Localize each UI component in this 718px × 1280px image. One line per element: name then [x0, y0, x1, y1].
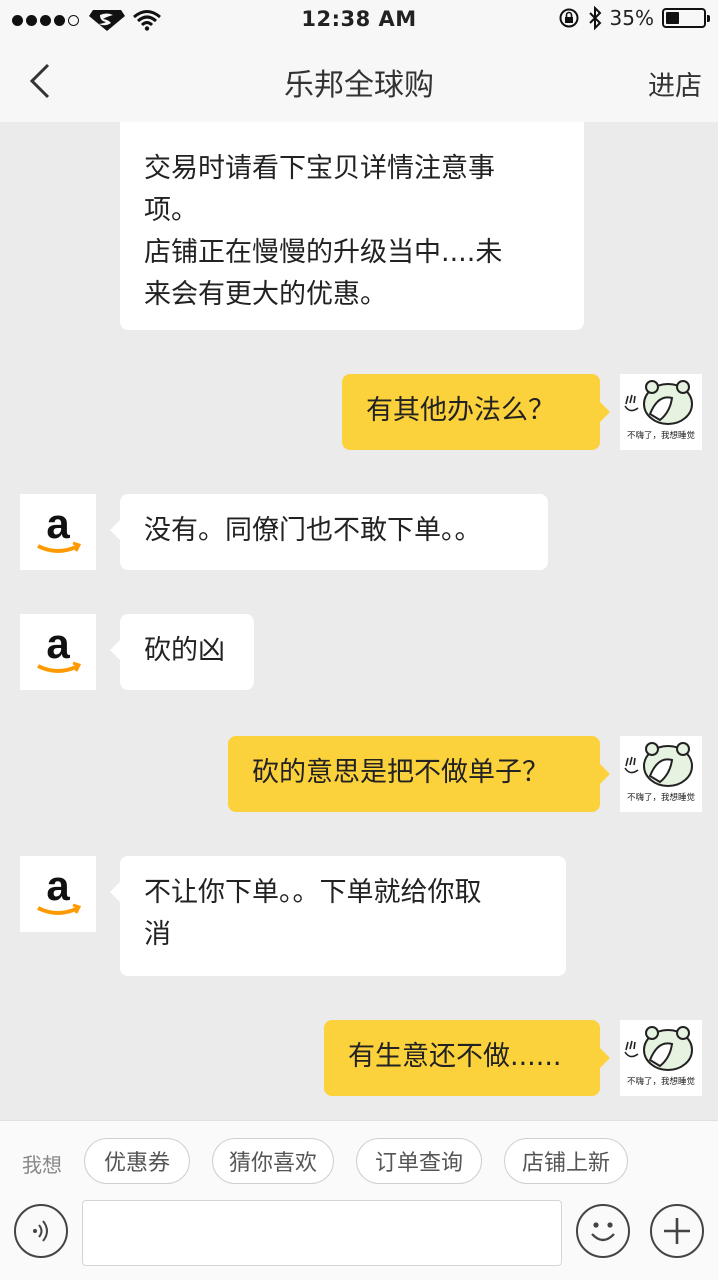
message-incoming[interactable]: 不让你下单。。下单就给你取 消: [110, 856, 566, 976]
input-bar: [0, 1200, 718, 1280]
enter-shop-button[interactable]: 进店: [648, 64, 702, 103]
sticker-caption: 不嗨了，我想睡觉: [627, 1076, 696, 1087]
status-right: 35%: [558, 6, 710, 30]
message-line: 消: [144, 919, 171, 950]
svg-text:a: a: [46, 622, 70, 667]
message-list[interactable]: 交易时请看下宝贝详情注意事 项。 店铺正在慢慢的升级当中....未 来会有更大的…: [0, 122, 718, 1120]
smiley-emoji-icon: [265, 122, 295, 128]
quick-reply-label: 我想: [22, 1153, 62, 1177]
plus-button[interactable]: [650, 1204, 704, 1258]
quick-reply-bar: 我想 优惠券 猜你喜欢 订单查询 店铺上新: [0, 1120, 718, 1200]
status-bar: 12:38 AM 35%: [0, 0, 718, 40]
nav-bar: 乐邦全球购 进店: [0, 40, 718, 122]
message-line: 来会有更大的优惠。: [144, 279, 387, 310]
message-text: 没有。同僚门也不敢下单。。: [144, 515, 482, 546]
message-outgoing[interactable]: 砍的意思是把不做单子？: [228, 736, 610, 812]
message-outgoing[interactable]: 有生意还不做......: [324, 1020, 610, 1096]
chip-new-arrivals[interactable]: 店铺上新: [504, 1138, 628, 1184]
chip-order-lookup[interactable]: 订单查询: [356, 1138, 482, 1184]
svg-text:a: a: [46, 864, 70, 909]
bear-covering-face-sticker: 不嗨了，我想睡觉: [620, 1020, 702, 1096]
message-text: 有生意还不做......: [348, 1041, 562, 1072]
sticker-caption: 不嗨了，我想睡觉: [627, 430, 696, 441]
message-incoming[interactable]: 交易时请看下宝贝详情注意事 项。 店铺正在慢慢的升级当中....未 来会有更大的…: [120, 122, 584, 330]
bear-covering-face-sticker: 不嗨了，我想睡觉: [620, 736, 702, 812]
amazon-logo-icon: a: [37, 864, 82, 915]
message-line: 交易时请看下宝贝详情注意事: [144, 153, 495, 184]
user-avatar[interactable]: 不嗨了，我想睡觉: [620, 736, 702, 812]
amazon-logo-icon: a: [37, 622, 82, 673]
rotation-lock-icon: [559, 8, 579, 28]
message-incoming[interactable]: 没有。同僚门也不敢下单。。: [110, 494, 548, 570]
battery-icon: [662, 8, 710, 28]
message-text: 砍的凶: [144, 635, 225, 666]
battery-percent: 35%: [609, 6, 654, 30]
chip-coupons[interactable]: 优惠券: [84, 1138, 190, 1184]
svg-text:a: a: [46, 502, 70, 547]
shop-avatar[interactable]: a: [20, 614, 96, 690]
chip-recommendations[interactable]: 猜你喜欢: [212, 1138, 334, 1184]
shop-avatar[interactable]: a: [20, 856, 96, 932]
message-input[interactable]: [82, 1200, 562, 1266]
battery-fill: [666, 12, 679, 24]
message-line: 店铺正在慢慢的升级当中....未: [144, 237, 503, 268]
message-outgoing[interactable]: 有其他办法么？: [342, 374, 610, 450]
user-avatar[interactable]: 不嗨了，我想睡觉: [620, 1020, 702, 1096]
message-text: 有其他办法么？: [366, 395, 555, 426]
voice-button[interactable]: [14, 1204, 68, 1258]
amazon-logo-icon: a: [37, 502, 82, 553]
message-text: 砍的意思是把不做单子？: [252, 757, 549, 788]
bear-covering-face-sticker: 不嗨了，我想睡觉: [620, 374, 702, 450]
bluetooth-icon: [588, 6, 601, 30]
message-line: 项。: [144, 195, 198, 226]
plus-icon: [664, 1218, 690, 1244]
user-avatar[interactable]: 不嗨了，我想睡觉: [620, 374, 702, 450]
emoji-button[interactable]: [576, 1204, 630, 1258]
page-title: 乐邦全球购: [284, 68, 434, 103]
message-line: 不让你下单。。下单就给你取: [144, 877, 482, 908]
shop-avatar[interactable]: a: [20, 494, 96, 570]
message-incoming[interactable]: 砍的凶: [110, 614, 254, 690]
voice-icon: [33, 1220, 48, 1242]
emoji-icon: [591, 1222, 615, 1242]
sticker-caption: 不嗨了，我想睡觉: [627, 792, 696, 803]
